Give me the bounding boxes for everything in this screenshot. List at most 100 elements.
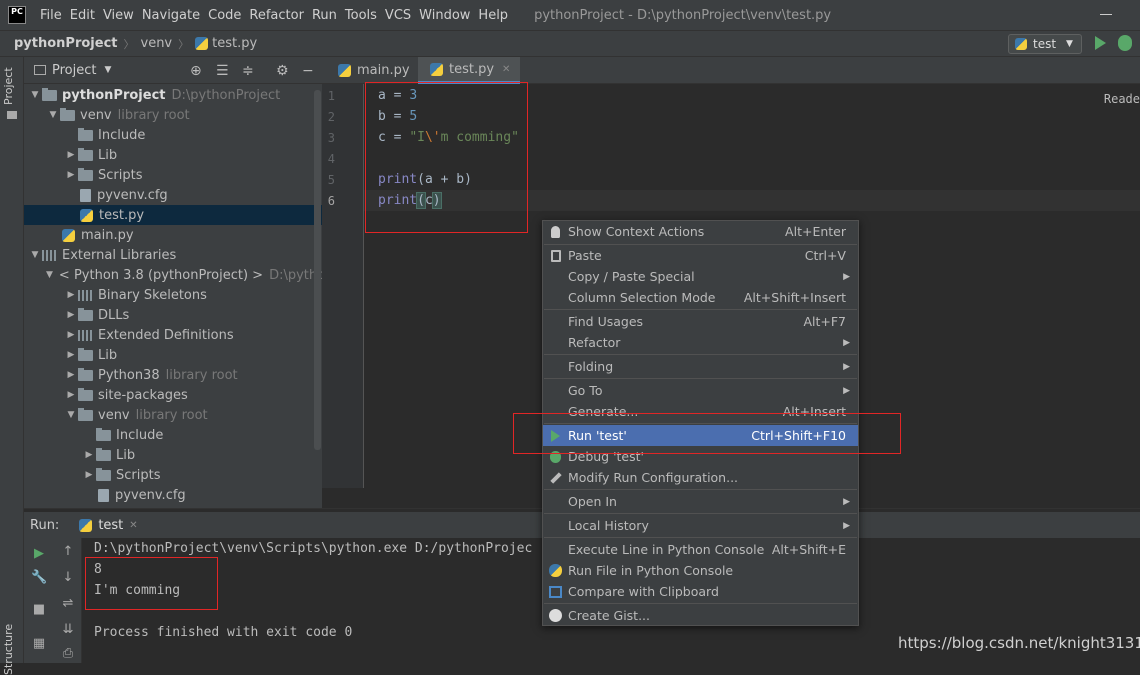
tree-item[interactable]: ▶ site-packages: [24, 385, 322, 405]
scroll-to-end-icon[interactable]: ⇊: [60, 622, 76, 638]
menu-item-modify-run-configuration[interactable]: Modify Run Configuration...: [543, 467, 858, 488]
tree-item[interactable]: ▼ < Python 3.8 (pythonProject) > D:\pyth…: [24, 265, 322, 285]
menu-refactor[interactable]: Refactor: [249, 8, 304, 23]
breadcrumb-project[interactable]: pythonProject: [14, 36, 118, 51]
menu-separator: [544, 378, 857, 379]
tree-item[interactable]: pyvenv.cfg: [24, 485, 322, 505]
menu-tools[interactable]: Tools: [345, 8, 377, 23]
menu-item-folding[interactable]: Folding ▶: [543, 356, 858, 377]
menu-item-copy-paste-special[interactable]: Copy / Paste Special ▶: [543, 266, 858, 287]
submenu-arrow-icon: ▶: [843, 520, 850, 531]
project-scrollbar[interactable]: [314, 90, 321, 450]
menu-run[interactable]: Run: [312, 8, 337, 23]
menu-item-compare-clipboard[interactable]: Compare with Clipboard: [543, 581, 858, 602]
locate-icon[interactable]: ⊕: [190, 63, 202, 79]
stop-icon[interactable]: ■: [31, 602, 47, 618]
layout-icon[interactable]: ▦: [31, 636, 47, 652]
collapsed-arrow-icon[interactable]: ▶: [64, 310, 78, 320]
menu-code[interactable]: Code: [208, 8, 241, 23]
tree-item[interactable]: ▼ venv library root: [24, 405, 322, 425]
hide-icon[interactable]: −: [302, 63, 314, 79]
github-icon: [549, 609, 562, 622]
tree-item[interactable]: pyvenv.cfg: [24, 185, 322, 205]
tree-item[interactable]: Include: [24, 425, 322, 445]
tree-item[interactable]: ▶ Scripts: [24, 165, 322, 185]
menu-item-local-history[interactable]: Local History ▶: [543, 515, 858, 536]
collapsed-arrow-icon[interactable]: ▶: [64, 350, 78, 360]
menu-item-find-usages[interactable]: Find Usages Alt+F7: [543, 311, 858, 332]
menu-window[interactable]: Window: [419, 8, 470, 23]
gear-icon[interactable]: ⚙: [276, 63, 289, 79]
menu-item-show-context-actions[interactable]: Show Context Actions Alt+Enter: [543, 221, 858, 242]
run-tab-test[interactable]: test ✕: [77, 517, 138, 533]
expanded-arrow-icon[interactable]: ▼: [28, 250, 42, 260]
expanded-arrow-icon[interactable]: ▼: [28, 90, 42, 100]
chevron-down-icon[interactable]: ▼: [104, 65, 111, 75]
debug-icon[interactable]: [1118, 35, 1132, 51]
expanded-arrow-icon[interactable]: ▼: [46, 270, 53, 280]
menu-navigate[interactable]: Navigate: [142, 8, 200, 23]
breadcrumb-file[interactable]: test.py: [212, 36, 257, 51]
collapse-all-icon[interactable]: ≑: [242, 63, 254, 79]
tree-item-selected[interactable]: test.py: [24, 205, 322, 225]
wrench-icon[interactable]: 🔧: [31, 570, 47, 586]
expanded-arrow-icon[interactable]: ▼: [64, 410, 78, 420]
tree-item[interactable]: ▶ DLLs: [24, 305, 322, 325]
run-tab-label: test: [98, 517, 124, 533]
minimize-icon[interactable]: [1100, 14, 1112, 15]
collapsed-arrow-icon[interactable]: ▶: [64, 150, 78, 160]
menu-item-go-to[interactable]: Go To ▶: [543, 380, 858, 401]
expanded-arrow-icon[interactable]: ▼: [46, 110, 60, 120]
up-arrow-icon[interactable]: ↑: [60, 544, 76, 560]
tree-item[interactable]: ▼ External Libraries: [24, 245, 322, 265]
collapsed-arrow-icon[interactable]: ▶: [64, 390, 78, 400]
tree-item[interactable]: ▶ Lib: [24, 445, 322, 465]
menu-help[interactable]: Help: [478, 8, 508, 23]
collapsed-arrow-icon[interactable]: ▶: [82, 450, 96, 460]
menu-item-paste[interactable]: Paste Ctrl+V: [543, 245, 858, 266]
collapsed-arrow-icon[interactable]: ▶: [82, 470, 96, 480]
menu-edit[interactable]: Edit: [70, 8, 95, 23]
folder-icon: [96, 467, 111, 481]
menu-item-open-in[interactable]: Open In ▶: [543, 491, 858, 512]
reader-mode-toggle[interactable]: Reade: [1104, 92, 1140, 106]
tree-item[interactable]: main.py: [24, 225, 322, 245]
tree-item[interactable]: ▶ Binary Skeletons: [24, 285, 322, 305]
menu-item-run-file-console[interactable]: Run File in Python Console: [543, 560, 858, 581]
tree-item[interactable]: ▼ venv library root: [24, 105, 322, 125]
tree-item[interactable]: ▶ Extended Definitions: [24, 325, 322, 345]
close-icon[interactable]: ✕: [129, 520, 137, 531]
menu-item-refactor[interactable]: Refactor ▶: [543, 332, 858, 353]
soft-wrap-icon[interactable]: ⇌: [60, 596, 76, 612]
menu-item-label: Folding: [568, 359, 614, 374]
tree-item[interactable]: Include: [24, 125, 322, 145]
tree-item[interactable]: ▶ Lib: [24, 145, 322, 165]
tree-item[interactable]: ▶ Python38 library root: [24, 365, 322, 385]
menu-file[interactable]: File: [40, 8, 62, 23]
menu-item-column-selection-mode[interactable]: Column Selection Mode Alt+Shift+Insert: [543, 287, 858, 308]
rerun-icon[interactable]: ▶: [31, 546, 47, 562]
breadcrumb-venv[interactable]: venv: [141, 36, 173, 51]
collapsed-arrow-icon[interactable]: ▶: [64, 170, 78, 180]
menu-view[interactable]: View: [103, 8, 134, 23]
menu-item-create-gist[interactable]: Create Gist...: [543, 605, 858, 626]
tree-item[interactable]: ▼ pythonProject D:\pythonProject: [24, 85, 322, 105]
collapsed-arrow-icon[interactable]: ▶: [64, 330, 78, 340]
collapsed-arrow-icon[interactable]: ▶: [64, 290, 78, 300]
tree-item[interactable]: ▶ Lib: [24, 345, 322, 365]
tree-item[interactable]: ▶ Scripts: [24, 465, 322, 485]
structure-tool-tab[interactable]: Structure: [2, 624, 15, 675]
compare-icon: [549, 585, 562, 598]
project-panel-title[interactable]: Project: [52, 63, 96, 78]
close-icon[interactable]: ✕: [502, 64, 510, 75]
menu-vcs[interactable]: VCS: [385, 8, 411, 23]
project-tool-tab[interactable]: Project: [2, 67, 15, 105]
run-configuration-select[interactable]: test ▼: [1008, 34, 1082, 54]
down-arrow-icon[interactable]: ↓: [60, 570, 76, 586]
run-icon[interactable]: [1095, 36, 1106, 50]
tab-test-py[interactable]: test.py ✕: [418, 57, 521, 84]
expand-all-icon[interactable]: ☰: [216, 63, 229, 79]
menu-item-execute-line-console[interactable]: Execute Line in Python Console Alt+Shift…: [543, 539, 858, 560]
collapsed-arrow-icon[interactable]: ▶: [64, 370, 78, 380]
print-icon[interactable]: ⎙: [60, 646, 76, 662]
